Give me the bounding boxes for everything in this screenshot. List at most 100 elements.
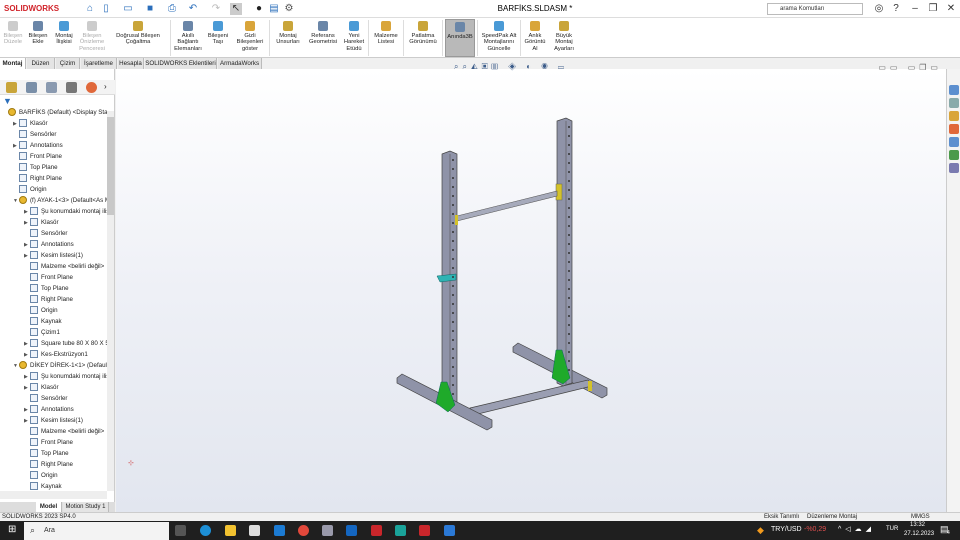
windows-start-icon[interactable]: ⊞ — [8, 524, 16, 535]
tree-item[interactable]: ▼ DİKEY DİREK-1<1> (Default<As Machined>) — [0, 360, 107, 371]
resources-icon[interactable] — [949, 98, 959, 108]
solidworks-logo[interactable]: SOLIDWORKS — [4, 4, 59, 13]
tree-item[interactable]: BARFİKS (Default) <Display State-1> — [0, 107, 107, 118]
ribbon-button-6[interactable]: Bileşeni Taşı — [205, 19, 231, 57]
tree-horizontal-scrollbar[interactable] — [0, 491, 107, 499]
ribbon-button-5[interactable]: Akıllı Bağlantı Elemanları — [173, 19, 203, 57]
help-icon[interactable]: ? — [889, 3, 903, 15]
home-icon[interactable]: ⌂ — [84, 3, 96, 15]
tree-item[interactable]: Origin — [0, 184, 107, 195]
chevron-right-icon[interactable]: › — [104, 82, 107, 91]
clock-time[interactable]: 13:32 — [910, 522, 925, 528]
open-file-icon[interactable]: ▭ — [122, 3, 134, 15]
tree-item[interactable]: ▶ Annotations — [0, 140, 107, 151]
tree-item[interactable]: ▶ Klasör — [0, 217, 107, 228]
store-icon[interactable] — [249, 525, 260, 536]
edge-icon[interactable] — [200, 525, 211, 536]
rebuild-icon[interactable]: ● — [253, 3, 265, 15]
tree-item[interactable]: ▶ Klasör — [0, 118, 107, 129]
barfiks-3d-model[interactable] — [116, 69, 946, 512]
tab-0[interactable]: Montaj — [0, 58, 26, 69]
ribbon-button-2[interactable]: Montaj İlişkisi — [52, 19, 76, 57]
system-tray-icons[interactable]: ^◁☁◢ — [838, 525, 875, 533]
tree-item[interactable]: Sensörler — [0, 228, 107, 239]
tab-motion-study[interactable]: Motion Study 1 — [63, 502, 109, 512]
dimxpert-tab-icon[interactable] — [66, 82, 77, 93]
property-manager-tab-icon[interactable] — [26, 82, 37, 93]
ribbon-button-13[interactable]: Anında3B — [445, 19, 475, 57]
3dexperience-icon[interactable] — [395, 525, 406, 536]
filter-icon[interactable]: ▼ — [3, 96, 12, 106]
expand-arrow-icon[interactable]: ▼ — [13, 196, 19, 206]
home-icon[interactable] — [949, 85, 959, 95]
display-manager-tab-icon[interactable] — [86, 82, 97, 93]
save-icon[interactable]: ■ — [144, 3, 156, 15]
outlook-icon[interactable] — [346, 525, 357, 536]
language-indicator[interactable]: TUR — [886, 526, 898, 532]
photos-icon[interactable] — [444, 525, 455, 536]
print-icon[interactable]: ⎙ — [166, 3, 178, 15]
solidworks-taskbar-icon[interactable] — [419, 525, 430, 536]
tree-item[interactable]: Front Plane — [0, 437, 107, 448]
ribbon-button-12[interactable]: Patlatma Görünümü — [406, 19, 440, 57]
options-gear-icon[interactable]: ⚙ — [283, 3, 295, 15]
appearances-icon[interactable] — [949, 150, 959, 160]
ribbon-button-3[interactable]: Bileşen Önizleme Penceresi — [78, 19, 106, 57]
tree-item[interactable]: ▶ Kes-Ekstrüzyon1 — [0, 349, 107, 360]
tab-1[interactable]: Düzen — [27, 58, 55, 69]
autocad-icon[interactable] — [371, 525, 382, 536]
tree-item[interactable]: ▼ (f) AYAK-1<3> (Default<As Machined>) — [0, 195, 107, 206]
select-icon[interactable]: ↖ — [230, 3, 242, 15]
tree-item[interactable]: Right Plane — [0, 294, 107, 305]
tree-item[interactable]: Kaynak — [0, 316, 107, 327]
tree-item[interactable]: Malzeme <belirli değil> — [0, 426, 107, 437]
tree-item[interactable]: Front Plane — [0, 272, 107, 283]
view-palette-icon[interactable] — [949, 137, 959, 147]
ribbon-button-1[interactable]: Bileşen Ekle — [26, 19, 50, 57]
tree-item[interactable]: Sensörler — [0, 129, 107, 140]
ribbon-button-15[interactable]: Anlık Görüntü Al — [523, 19, 547, 57]
tree-item[interactable]: Çizim1 — [0, 327, 107, 338]
graphics-viewport[interactable]: ⌕⌕◭▣▥ ◈ ◐ ◉ ▭ ⊹ ▭▭ ▭❐▭ — [116, 62, 946, 512]
expand-arrow-icon[interactable]: ▼ — [13, 361, 19, 371]
tree-item[interactable]: Top Plane — [0, 448, 107, 459]
file-explorer-icon[interactable] — [225, 525, 236, 536]
tree-item[interactable]: ▶ Annotations — [0, 239, 107, 250]
close-button[interactable]: ✕ — [944, 3, 958, 15]
task-view-icon[interactable] — [175, 525, 186, 536]
tree-item[interactable]: ▶ Annotations — [0, 404, 107, 415]
tree-item[interactable]: ▶ Kesim listesi(1) — [0, 250, 107, 261]
mail-icon[interactable] — [274, 525, 285, 536]
ribbon-button-14[interactable]: SpeedPak Alt Montajlarını Güncelle — [480, 19, 518, 57]
tab-4[interactable]: Hesapla — [118, 58, 144, 69]
ribbon-button-10[interactable]: Yeni Hareket Etüdü — [342, 19, 366, 57]
tab-6[interactable]: ArmadaWorks — [218, 58, 262, 69]
design-library-icon[interactable] — [949, 111, 959, 121]
viewport-window-controls[interactable]: ▭▭ ▭❐▭ — [878, 63, 942, 72]
tree-item[interactable]: Origin — [0, 470, 107, 481]
tab-5[interactable]: SOLIDWORKS Eklentileri — [145, 58, 217, 69]
redo-icon[interactable]: ↷ — [210, 3, 222, 15]
command-search-input[interactable]: arama Komutları — [767, 3, 863, 15]
restore-button[interactable]: ❐ — [926, 3, 940, 15]
feature-manager-tab-icon[interactable] — [6, 82, 17, 93]
tree-item[interactable]: Origin — [0, 305, 107, 316]
tree-item[interactable]: ▶ Klasör — [0, 382, 107, 393]
ribbon-button-8[interactable]: Montaj Unsurları — [272, 19, 304, 57]
tab-3[interactable]: İşaretleme — [81, 58, 117, 69]
minimize-button[interactable]: – — [908, 3, 922, 15]
tree-item[interactable]: ▶Square tube 80 X 80 X 5(1) — [0, 338, 107, 349]
ribbon-button-7[interactable]: Gizli Bileşenleri göster — [233, 19, 267, 57]
tree-item[interactable]: Sensörler — [0, 393, 107, 404]
tab-2[interactable]: Çizim — [56, 58, 80, 69]
file-properties-icon[interactable]: ▤ — [268, 3, 280, 15]
tree-item[interactable]: Top Plane — [0, 162, 107, 173]
tree-item[interactable]: ▶ Kesim listesi(1) — [0, 415, 107, 426]
tree-item[interactable]: Right Plane — [0, 173, 107, 184]
ribbon-button-0[interactable]: Bileşen Düzele — [2, 19, 24, 57]
tree-item[interactable]: ▶Şu konumdaki montaj ilişkileri — [0, 371, 107, 382]
clock-date[interactable]: 27.12.2023 — [904, 531, 934, 537]
custom-properties-icon[interactable] — [949, 163, 959, 173]
ribbon-button-11[interactable]: Malzeme Listesi — [371, 19, 401, 57]
configuration-manager-tab-icon[interactable] — [46, 82, 57, 93]
